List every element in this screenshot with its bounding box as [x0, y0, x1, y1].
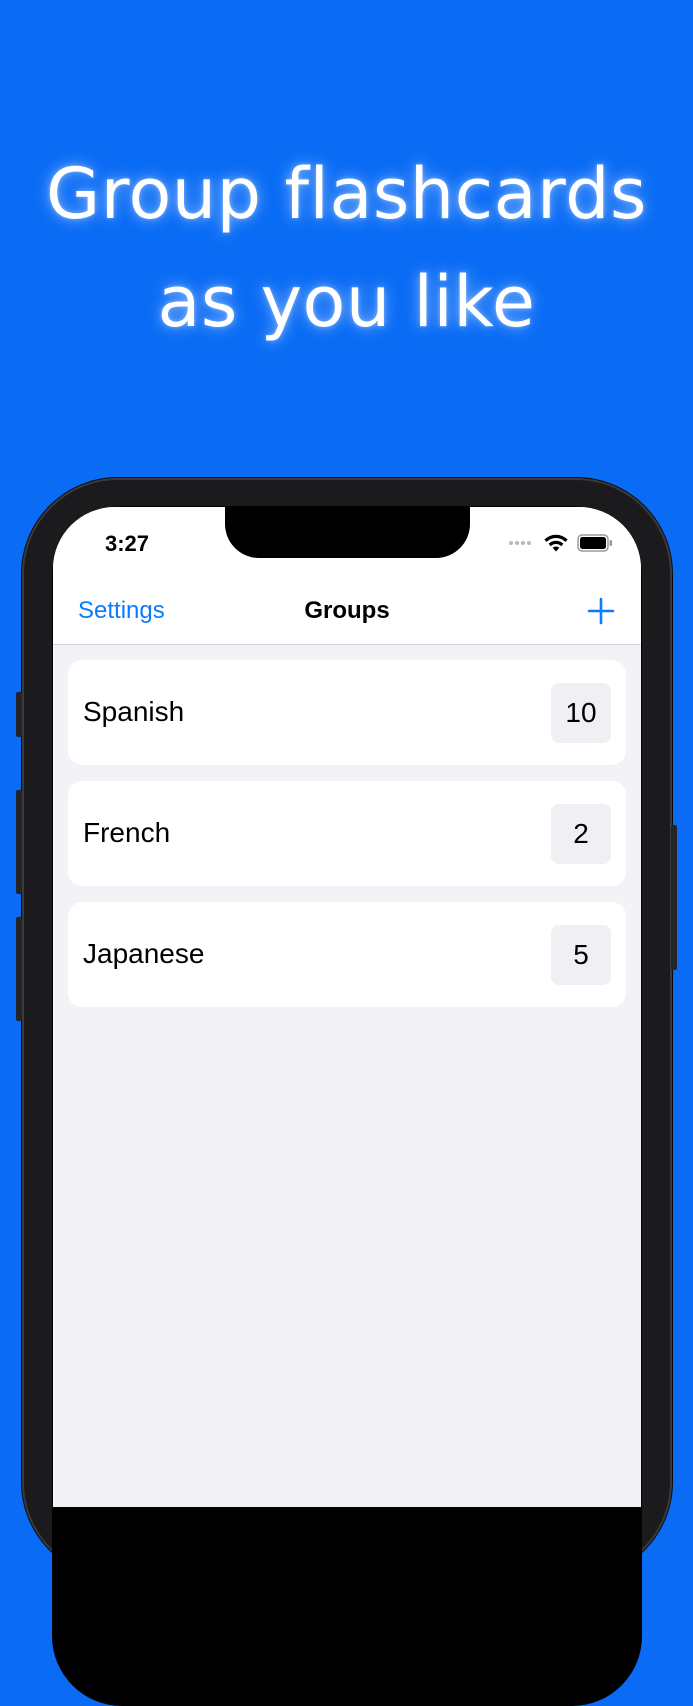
group-name: Japanese [83, 938, 205, 969]
group-card-count-badge: 10 [551, 683, 611, 743]
phone-volume-up-button [16, 790, 22, 894]
groups-list: Spanish 10 French 2 Japanese 5 [68, 660, 626, 1023]
phone-mute-switch [16, 692, 22, 737]
group-row-french[interactable]: French 2 [68, 781, 626, 886]
cellular-dots-icon [509, 541, 531, 545]
navigation-bar: Settings Groups [53, 577, 641, 645]
group-card-count-badge: 2 [551, 804, 611, 864]
group-name: French [83, 817, 171, 848]
group-name: Spanish [83, 696, 185, 727]
plus-icon[interactable] [587, 597, 615, 625]
phone-power-button [671, 825, 677, 970]
headline-line-1: Group flashcards [45, 153, 648, 235]
group-row-japanese[interactable]: Japanese 5 [68, 902, 626, 1007]
status-time: 3:27 [105, 531, 150, 556]
phone-volume-down-button [16, 917, 22, 1021]
page-title: Groups [304, 597, 390, 624]
phone-screen: 3:27 Settings Groups Spanish 10 French 2… [53, 507, 641, 1507]
group-row-spanish[interactable]: Spanish 10 [68, 660, 626, 765]
battery-icon [577, 534, 612, 552]
headline-line-2: as you like [157, 261, 536, 343]
wifi-icon [544, 534, 568, 552]
status-icons [509, 533, 613, 553]
group-card-count-badge: 5 [551, 925, 611, 985]
promo-headline: Group flashcards as you like [0, 140, 693, 356]
phone-notch [225, 507, 470, 558]
